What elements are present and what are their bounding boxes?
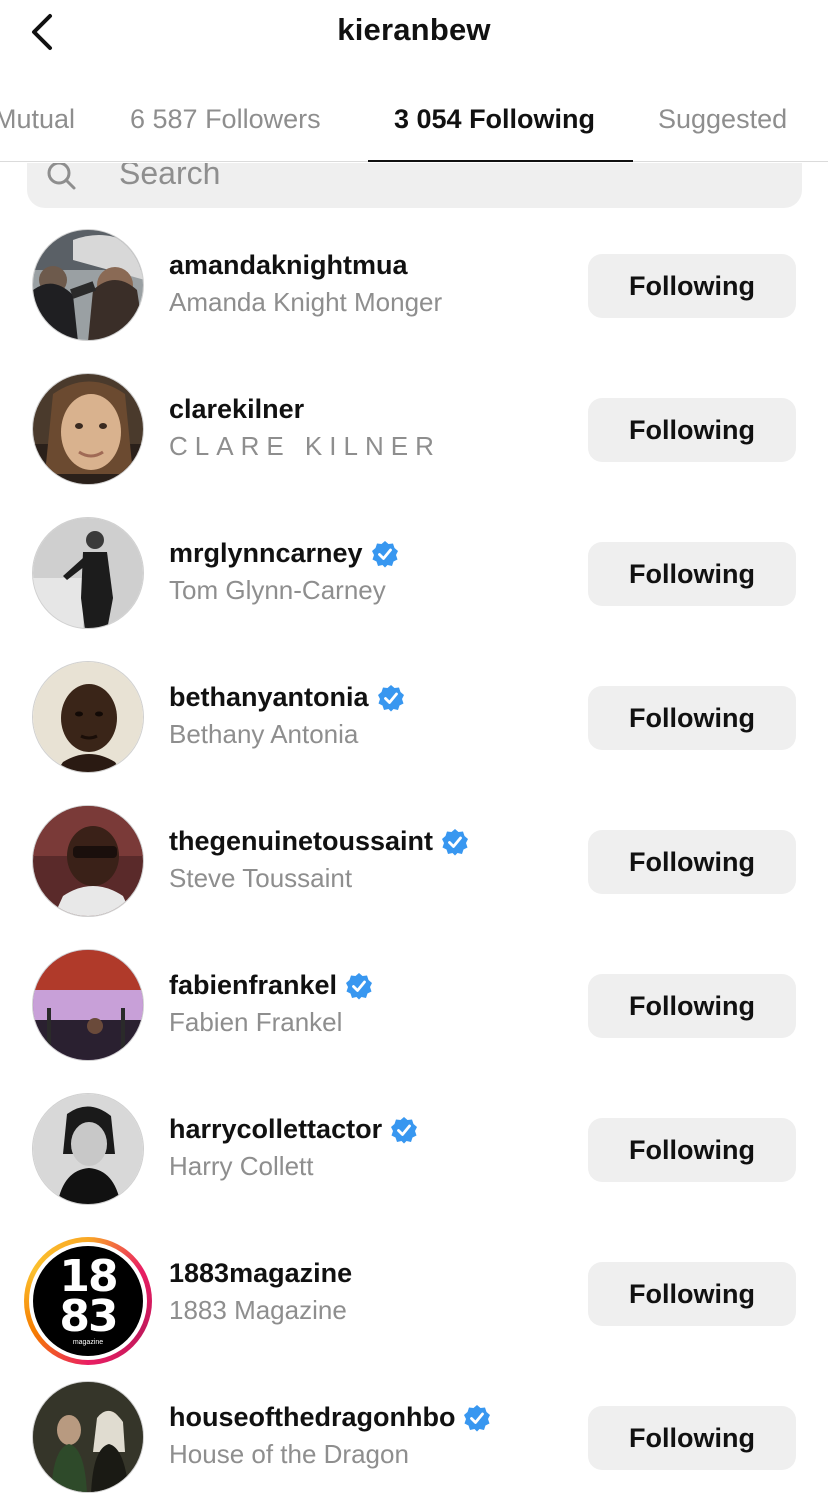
search-icon	[47, 163, 76, 190]
list-item[interactable]: thegenuinetoussaint Steve Toussaint Foll…	[0, 790, 828, 934]
following-button[interactable]: Following	[588, 254, 796, 318]
avatar[interactable]	[32, 229, 144, 341]
tab-following[interactable]: 3 054 Following	[394, 92, 595, 162]
full-name: Amanda Knight Monger	[169, 287, 443, 317]
following-button[interactable]: Following	[588, 686, 796, 750]
tab-followers[interactable]: 6 587 Followers	[130, 92, 321, 162]
full-name: 1883 Magazine	[169, 1295, 347, 1325]
list-item[interactable]: houseofthedragonhbo House of the Dragon …	[0, 1366, 828, 1509]
list-item[interactable]: mrglynncarney Tom Glynn-Carney Following	[0, 502, 828, 646]
full-name: Steve Toussaint	[169, 863, 353, 893]
verified-badge-icon	[464, 1404, 491, 1431]
username[interactable]: thegenuinetoussaint	[169, 826, 469, 857]
active-tab-indicator	[368, 160, 633, 162]
username[interactable]: fabienfrankel	[169, 970, 373, 1001]
avatar[interactable]	[32, 661, 144, 773]
list-item[interactable]: bethanyantonia Bethany Antonia Following	[0, 646, 828, 790]
list-item[interactable]: clarekilner CLARE KILNER Following	[0, 358, 828, 502]
verified-badge-icon	[391, 1116, 418, 1143]
avatar[interactable]	[32, 805, 144, 917]
username[interactable]: houseofthedragonhbo	[169, 1402, 491, 1433]
avatar-photo	[33, 230, 143, 340]
avatar[interactable]	[32, 517, 144, 629]
username[interactable]: 1883magazine	[169, 1258, 352, 1289]
username[interactable]: bethanyantonia	[169, 682, 405, 713]
verified-badge-icon	[371, 540, 398, 567]
username[interactable]: clarekilner	[169, 394, 441, 425]
following-button[interactable]: Following	[588, 974, 796, 1038]
top-bar: kieranbew	[0, 0, 828, 70]
avatar[interactable]	[32, 373, 144, 485]
full-name: Fabien Frankel	[169, 1007, 343, 1037]
following-button[interactable]: Following	[588, 1118, 796, 1182]
verified-badge-icon	[442, 828, 469, 855]
avatar[interactable]	[32, 1093, 144, 1205]
tab-suggested[interactable]: Suggested	[658, 92, 787, 162]
avatar[interactable]	[32, 1381, 144, 1493]
avatar-with-story-ring[interactable]: 18 83 magazine	[24, 1237, 152, 1365]
tab-mutual[interactable]: Mutual	[0, 92, 75, 162]
avatar-photo	[33, 1094, 143, 1204]
username[interactable]: amandaknightmua	[169, 250, 442, 281]
verified-badge-icon	[377, 684, 404, 711]
full-name: Tom Glynn-Carney	[169, 575, 386, 605]
avatar-photo	[33, 950, 143, 1060]
following-button[interactable]: Following	[588, 398, 796, 462]
full-name: Harry Collett	[169, 1151, 314, 1181]
avatar-photo	[33, 518, 143, 628]
full-name: Bethany Antonia	[169, 719, 359, 749]
following-button[interactable]: Following	[588, 542, 796, 606]
avatar-photo	[33, 806, 143, 916]
list-item[interactable]: fabienfrankel Fabien Frankel Following	[0, 934, 828, 1078]
search-input[interactable]	[119, 163, 719, 193]
full-name: House of the Dragon	[169, 1439, 409, 1469]
following-button[interactable]: Following	[588, 1262, 796, 1326]
list-item[interactable]: harrycollettactor Harry Collett Followin…	[0, 1078, 828, 1222]
avatar-photo	[33, 1382, 143, 1492]
avatar-photo	[33, 662, 143, 772]
page-title: kieranbew	[337, 12, 491, 47]
tab-bar: Mutual 6 587 Followers 3 054 Following S…	[0, 92, 828, 162]
list-item[interactable]: amandaknightmua Amanda Knight Monger Fol…	[0, 214, 828, 358]
search-bar[interactable]	[27, 163, 802, 208]
list-item[interactable]: 18 83 magazine 1883magazine 1883 Magazin…	[0, 1222, 828, 1366]
following-button[interactable]: Following	[588, 830, 796, 894]
full-name: CLARE KILNER	[169, 431, 441, 461]
username[interactable]: mrglynncarney	[169, 538, 399, 569]
username[interactable]: harrycollettactor	[169, 1114, 418, 1145]
magazine-logo: 18 83 magazine	[33, 1246, 143, 1356]
following-button[interactable]: Following	[588, 1406, 796, 1470]
verified-badge-icon	[346, 972, 373, 999]
avatar[interactable]	[32, 949, 144, 1061]
avatar-photo	[33, 374, 143, 484]
